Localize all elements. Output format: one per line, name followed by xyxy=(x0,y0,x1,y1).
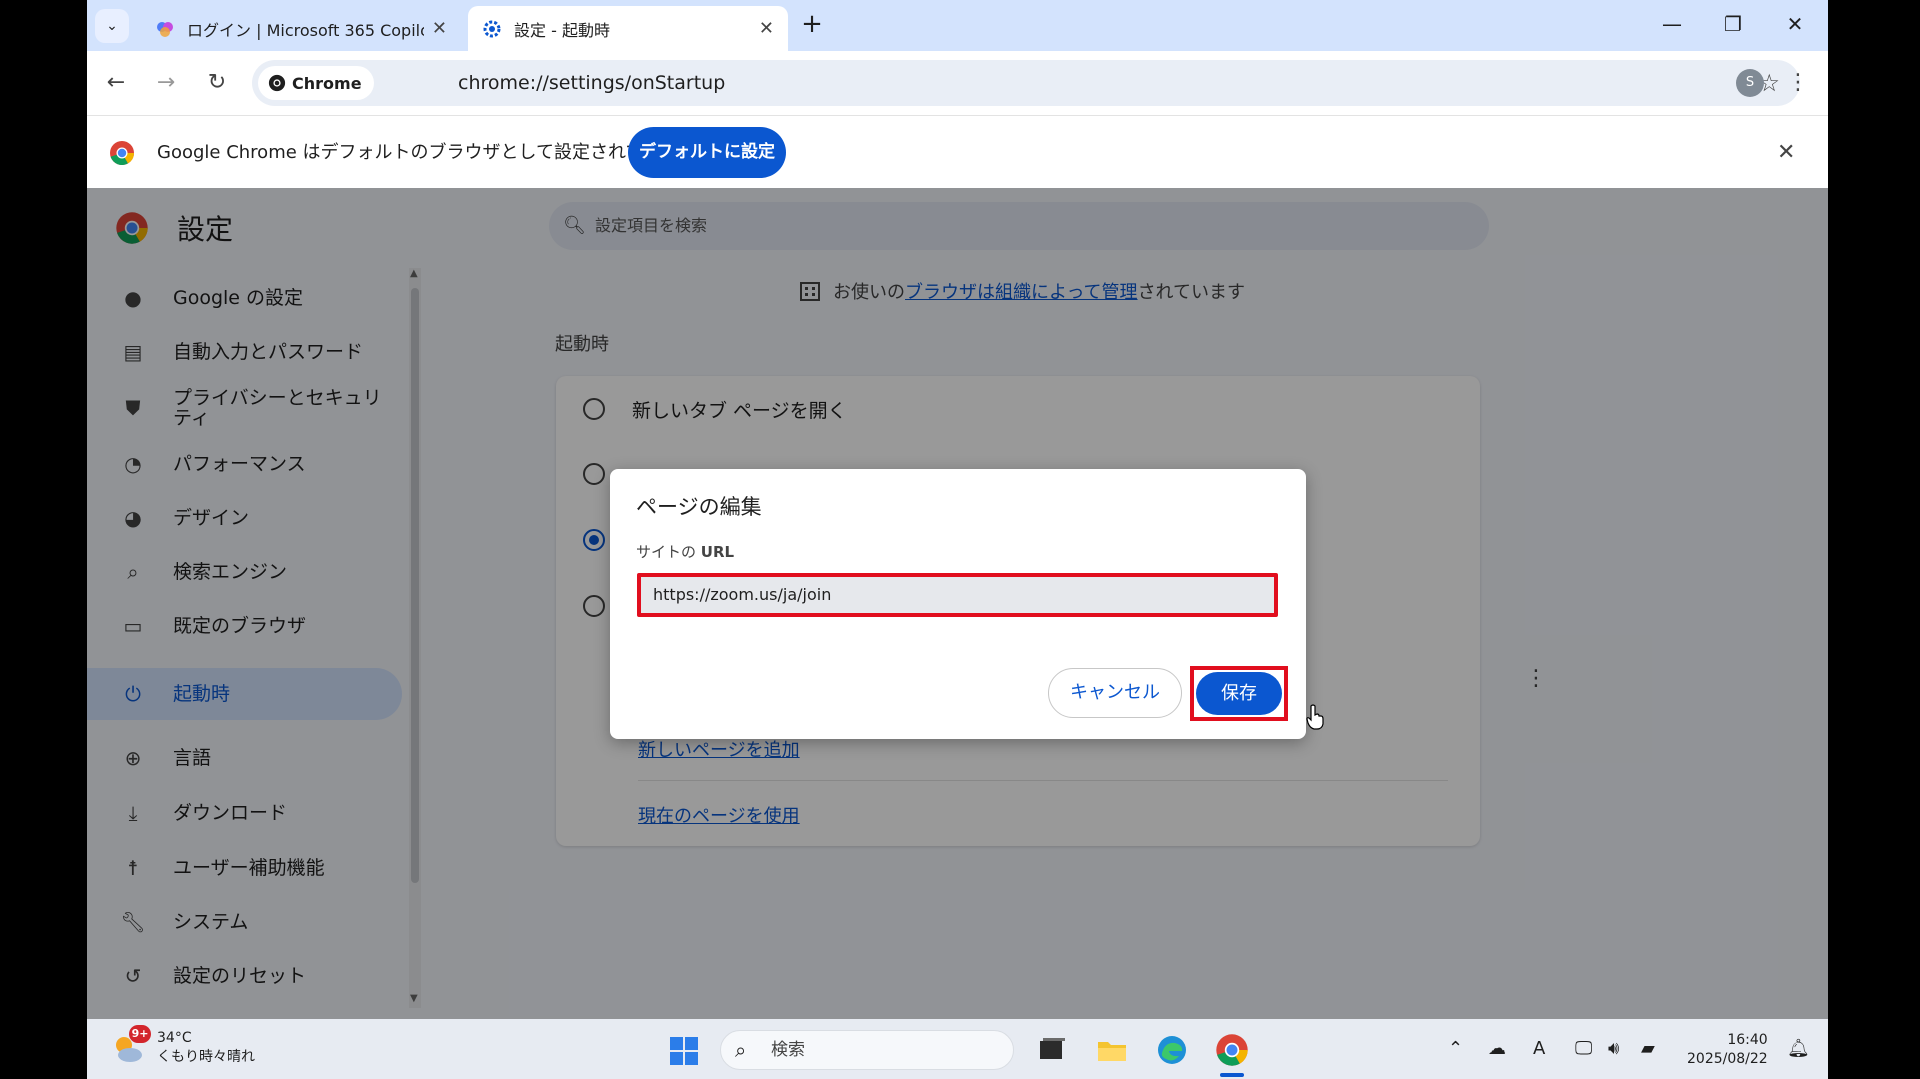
taskbar-search-placeholder: 検索 xyxy=(771,1040,805,1060)
window-close-button[interactable]: ✕ xyxy=(1770,6,1820,42)
edge-icon[interactable] xyxy=(1155,1033,1189,1067)
tab-search-button[interactable]: ⌄ xyxy=(95,9,129,43)
ime-indicator[interactable]: A xyxy=(1533,1019,1545,1079)
toolbar: ← → ↻ Chrome chrome://settings/onStartup… xyxy=(87,51,1828,115)
temperature: 34°C xyxy=(157,1030,192,1046)
tab-title: 設定 - 起動時 xyxy=(514,20,610,40)
close-icon[interactable]: ✕ xyxy=(759,18,774,39)
url-text[interactable]: chrome://settings/onStartup xyxy=(458,60,725,106)
taskbar-search[interactable]: ⌕ 検索 xyxy=(720,1030,1014,1070)
chrome-icon xyxy=(268,74,286,92)
weather-widget[interactable]: 9+ 34°C くもり時々晴れ xyxy=(111,1025,255,1067)
task-view-icon[interactable] xyxy=(1034,1033,1068,1067)
url-field-label: サイトの URL xyxy=(636,541,734,562)
battery-icon[interactable]: ▰ xyxy=(1641,1019,1655,1079)
search-icon: ⌕ xyxy=(735,1038,747,1062)
address-bar[interactable]: Chrome chrome://settings/onStartup ☆ xyxy=(252,60,1800,106)
notification-bell-icon[interactable]: 🔔︎ xyxy=(1787,1019,1810,1079)
menu-button[interactable]: ⋮ xyxy=(1787,66,1809,100)
chevron-down-icon: ⌄ xyxy=(106,18,118,34)
weather-icon: 9+ xyxy=(111,1025,151,1065)
site-url-input[interactable]: https://zoom.us/ja/join xyxy=(637,573,1278,617)
file-explorer-icon[interactable] xyxy=(1095,1033,1129,1067)
label-url: URL xyxy=(700,543,735,561)
site-info-chip[interactable]: Chrome xyxy=(258,66,374,100)
onedrive-icon[interactable]: ☁ xyxy=(1488,1019,1506,1079)
close-icon[interactable]: ✕ xyxy=(432,18,447,39)
profile-avatar[interactable]: S xyxy=(1736,69,1764,97)
minimize-button[interactable]: — xyxy=(1647,6,1697,42)
default-browser-infobar: Google Chrome はデフォルトのブラウザとして設定されていません デフ… xyxy=(87,115,1828,189)
tab-strip: ⌄ ログイン | Microsoft 365 Copilot ✕ 設定 - 起動… xyxy=(87,0,1828,51)
tab-settings[interactable]: 設定 - 起動時 ✕ xyxy=(468,6,788,51)
tab-title: ログイン | Microsoft 365 Copilot xyxy=(187,20,424,40)
forward-button[interactable]: → xyxy=(149,66,183,100)
edit-page-dialog: ページの編集 サイトの URL https://zoom.us/ja/join … xyxy=(610,469,1306,739)
close-icon[interactable]: ✕ xyxy=(1777,116,1795,189)
weather-condition: くもり時々晴れ xyxy=(157,1049,255,1065)
label-prefix: サイトの xyxy=(636,543,697,561)
save-button[interactable]: 保存 xyxy=(1196,672,1282,715)
chrome-logo-icon xyxy=(110,141,134,165)
site-chip-label: Chrome xyxy=(292,73,362,93)
chrome-taskbar-icon[interactable] xyxy=(1215,1033,1249,1067)
windows-start-icon[interactable] xyxy=(669,1036,699,1066)
clock[interactable]: 16:40 2025/08/22 xyxy=(1687,1031,1768,1069)
screen: ⌄ ログイン | Microsoft 365 Copilot ✕ 設定 - 起動… xyxy=(87,0,1828,1079)
gear-icon xyxy=(483,20,501,37)
taskbar: 9+ 34°C くもり時々晴れ ⌕ 検索 ⌃ ☁ A 🖵︎ 🔊︎ ▰ 16:40… xyxy=(87,1019,1828,1079)
copilot-icon xyxy=(157,21,173,37)
dialog-title: ページの編集 xyxy=(636,495,762,519)
set-default-button[interactable]: デフォルトに設定 xyxy=(628,127,786,178)
clock-time: 16:40 xyxy=(1727,1032,1768,1048)
back-button[interactable]: ← xyxy=(99,66,133,100)
weather-badge: 9+ xyxy=(129,1025,151,1043)
active-app-indicator xyxy=(1220,1073,1244,1077)
chevron-up-icon[interactable]: ⌃ xyxy=(1448,1019,1463,1079)
save-highlight: 保存 xyxy=(1190,666,1288,721)
cancel-button[interactable]: キャンセル xyxy=(1048,668,1182,718)
restore-button[interactable]: ❐ xyxy=(1708,6,1758,42)
hand-cursor-icon xyxy=(1306,704,1324,730)
tab-copilot[interactable]: ログイン | Microsoft 365 Copilot ✕ xyxy=(141,6,461,51)
new-tab-button[interactable]: + xyxy=(797,10,827,40)
clock-date: 2025/08/22 xyxy=(1687,1051,1768,1067)
volume-icon[interactable]: 🔊︎ xyxy=(1608,1019,1619,1079)
reload-button[interactable]: ↻ xyxy=(200,66,234,100)
network-icon[interactable]: 🖵︎ xyxy=(1575,1019,1592,1079)
